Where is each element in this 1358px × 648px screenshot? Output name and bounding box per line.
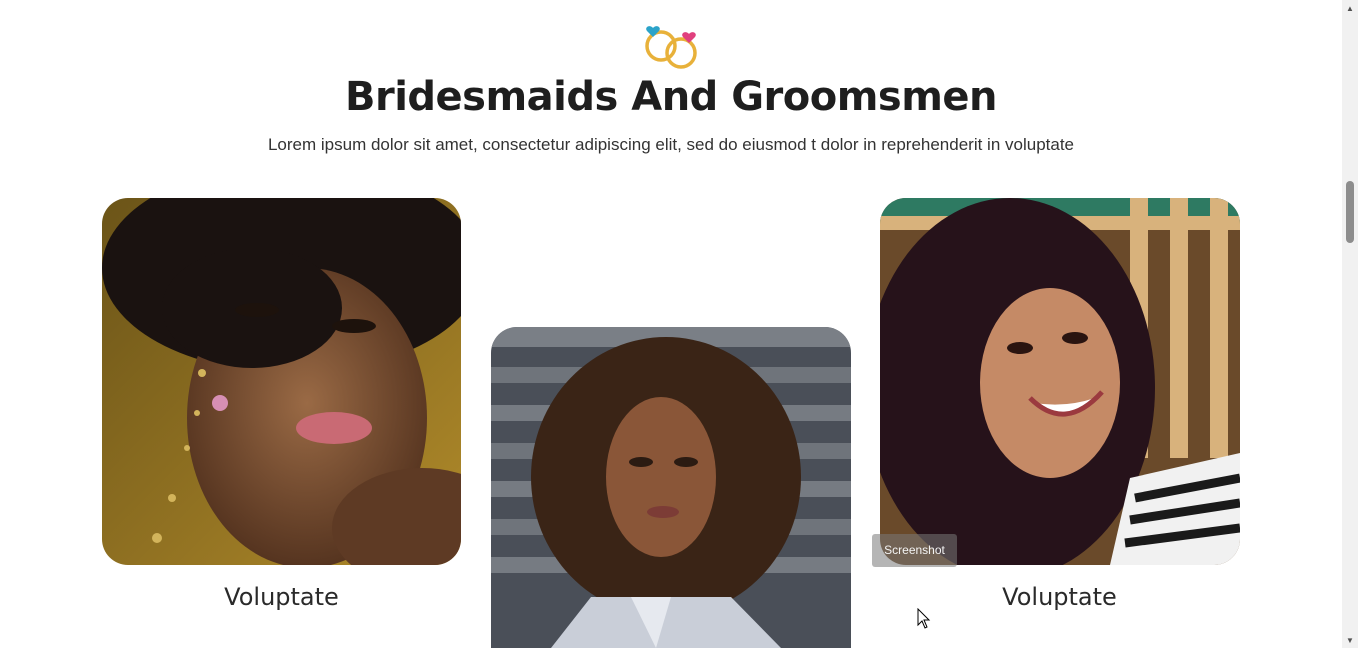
scroll-down-arrow-icon[interactable]: ▼ <box>1342 632 1358 648</box>
page-subtitle: Lorem ipsum dolor sit amet, consectetur … <box>267 135 1075 154</box>
bridesmaid-photo-3[interactable] <box>880 198 1240 565</box>
bridesmaid-photo-2[interactable] <box>491 327 851 648</box>
scroll-thumb[interactable] <box>1346 181 1354 243</box>
bridesmaid-photo-1[interactable] <box>102 198 461 565</box>
mouse-cursor-icon <box>917 607 931 630</box>
screenshot-label[interactable]: Screenshot <box>872 534 957 567</box>
card-name-3: Voluptate <box>1002 583 1117 611</box>
page-title: Bridesmaids And Groomsmen <box>344 74 998 120</box>
vertical-scrollbar[interactable]: ▲ ▼ <box>1342 0 1358 648</box>
card-name-1: Voluptate <box>224 583 339 611</box>
scroll-up-arrow-icon[interactable]: ▲ <box>1342 0 1358 16</box>
wedding-rings-icon <box>641 18 701 74</box>
